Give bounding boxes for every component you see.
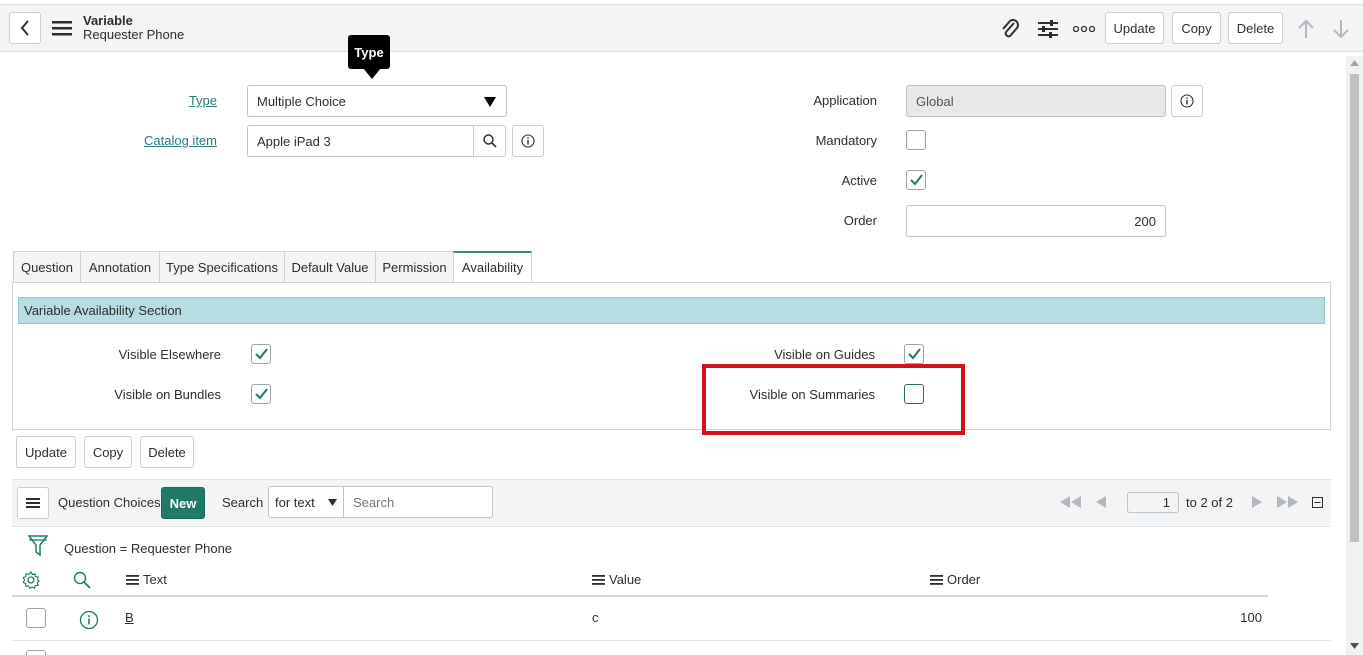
last-page-icon[interactable] xyxy=(1276,494,1300,510)
catalog-item-label[interactable]: Catalog item xyxy=(120,133,217,148)
search-type-value: for text xyxy=(275,494,315,510)
type-value: Multiple Choice xyxy=(257,93,346,109)
arrow-up-icon[interactable] xyxy=(1294,17,1318,41)
filter-breadcrumb[interactable]: Question = Requester Phone xyxy=(64,541,232,556)
tab-type-specifications[interactable]: Type Specifications xyxy=(159,251,285,283)
active-checkbox[interactable] xyxy=(906,170,926,190)
visible-bundles-checkbox[interactable] xyxy=(251,384,271,404)
type-tooltip: Type xyxy=(348,35,390,69)
catalog-search-button[interactable] xyxy=(473,125,506,157)
checkmark-icon xyxy=(255,388,268,400)
order-field[interactable]: 200 xyxy=(906,205,1166,237)
search-icon[interactable] xyxy=(72,570,92,590)
info-icon xyxy=(1180,94,1194,108)
hamburger-icon xyxy=(26,498,40,508)
row-order: 100 xyxy=(1240,610,1262,625)
row-value: c xyxy=(592,610,599,625)
checkmark-icon xyxy=(908,348,921,360)
collapse-icon[interactable] xyxy=(1311,496,1323,508)
update-button[interactable]: Update xyxy=(1105,12,1164,44)
search-type-select[interactable]: for text xyxy=(268,486,344,518)
visible-elsewhere-label: Visible Elsewhere xyxy=(118,347,221,362)
catalog-item-field[interactable]: Apple iPad 3 xyxy=(247,125,474,157)
section-title: Variable Availability Section xyxy=(24,303,182,318)
visible-bundles-label: Visible on Bundles xyxy=(114,387,221,402)
search-icon xyxy=(482,134,497,148)
table-row: B c 100 xyxy=(12,597,1331,641)
checkmark-icon xyxy=(255,348,268,360)
highlight-box xyxy=(702,364,965,435)
page-scrollbar[interactable] xyxy=(1346,56,1363,655)
page-subtitle: Requester Phone xyxy=(83,27,185,42)
search-input[interactable] xyxy=(343,486,493,518)
application-label: Application xyxy=(813,93,877,108)
visible-elsewhere-checkbox[interactable] xyxy=(251,344,271,364)
bottom-copy-button[interactable]: Copy xyxy=(84,436,132,468)
tab-permission[interactable]: Permission xyxy=(375,251,454,283)
related-list-title: Question Choices xyxy=(58,495,161,510)
application-field: Global xyxy=(906,85,1166,117)
catalog-item-value: Apple iPad 3 xyxy=(257,133,331,149)
tab-default-value[interactable]: Default Value xyxy=(284,251,376,283)
order-value: 200 xyxy=(1134,213,1156,229)
tab-availability[interactable]: Availability xyxy=(453,251,532,283)
page-number-input[interactable]: 1 xyxy=(1127,492,1179,513)
info-icon[interactable] xyxy=(78,609,100,631)
application-info-button[interactable] xyxy=(1171,85,1203,117)
column-header-value[interactable]: Value xyxy=(592,572,641,587)
next-row-checkbox-partial xyxy=(26,650,46,655)
filter-icon[interactable] xyxy=(27,535,49,557)
arrow-down-icon[interactable] xyxy=(1329,17,1353,41)
more-options-icon[interactable] xyxy=(1072,17,1096,41)
mandatory-checkbox[interactable] xyxy=(906,130,926,150)
column-menu-icon xyxy=(592,575,605,585)
delete-button[interactable]: Delete xyxy=(1228,12,1283,44)
column-header-order[interactable]: Order xyxy=(930,572,980,587)
visible-guides-label: Visible on Guides xyxy=(774,347,875,362)
gear-icon[interactable] xyxy=(21,570,41,590)
checkmark-icon xyxy=(910,174,923,186)
page-title: Variable xyxy=(83,13,133,28)
dropdown-arrow-icon xyxy=(484,97,496,107)
mandatory-label: Mandatory xyxy=(815,133,877,148)
active-label: Active xyxy=(841,173,877,188)
dropdown-arrow-icon xyxy=(328,499,337,506)
visible-guides-checkbox[interactable] xyxy=(904,344,924,364)
catalog-info-button[interactable] xyxy=(512,125,544,157)
tooltip-arrow xyxy=(363,68,381,79)
tab-annotation[interactable]: Annotation xyxy=(80,251,160,283)
info-icon xyxy=(521,134,535,148)
bottom-update-button[interactable]: Update xyxy=(16,436,76,468)
row-select-checkbox[interactable] xyxy=(26,608,46,628)
back-button[interactable] xyxy=(9,12,41,44)
context-menu-icon[interactable] xyxy=(51,17,73,39)
form-header: Variable Requester Phone Update Copy Del… xyxy=(0,4,1363,52)
bottom-delete-button[interactable]: Delete xyxy=(140,436,194,468)
first-page-icon[interactable] xyxy=(1058,494,1082,510)
order-label: Order xyxy=(843,213,877,228)
scrollbar-thumb[interactable] xyxy=(1350,74,1359,542)
row-text-link[interactable]: B xyxy=(125,610,134,625)
previous-page-icon[interactable] xyxy=(1094,494,1108,510)
tooltip-text: Type xyxy=(354,44,384,60)
page-range-text: to 2 of 2 xyxy=(1186,495,1233,510)
section-header: Variable Availability Section xyxy=(18,297,1325,324)
list-menu-button[interactable] xyxy=(17,487,49,519)
column-header-text[interactable]: Text xyxy=(126,572,167,587)
application-value: Global xyxy=(916,93,954,109)
column-menu-icon xyxy=(930,575,943,585)
type-select[interactable]: Multiple Choice xyxy=(247,85,507,117)
sliders-icon[interactable] xyxy=(1036,17,1060,41)
paperclip-icon[interactable] xyxy=(998,17,1022,41)
column-menu-icon xyxy=(126,575,139,585)
new-button[interactable]: New xyxy=(161,487,205,519)
search-label: Search xyxy=(222,495,264,510)
copy-button[interactable]: Copy xyxy=(1172,12,1221,44)
type-label[interactable]: Type xyxy=(120,93,217,108)
next-page-icon[interactable] xyxy=(1250,494,1264,510)
chevron-left-icon xyxy=(20,20,29,36)
tab-question[interactable]: Question xyxy=(13,251,81,283)
